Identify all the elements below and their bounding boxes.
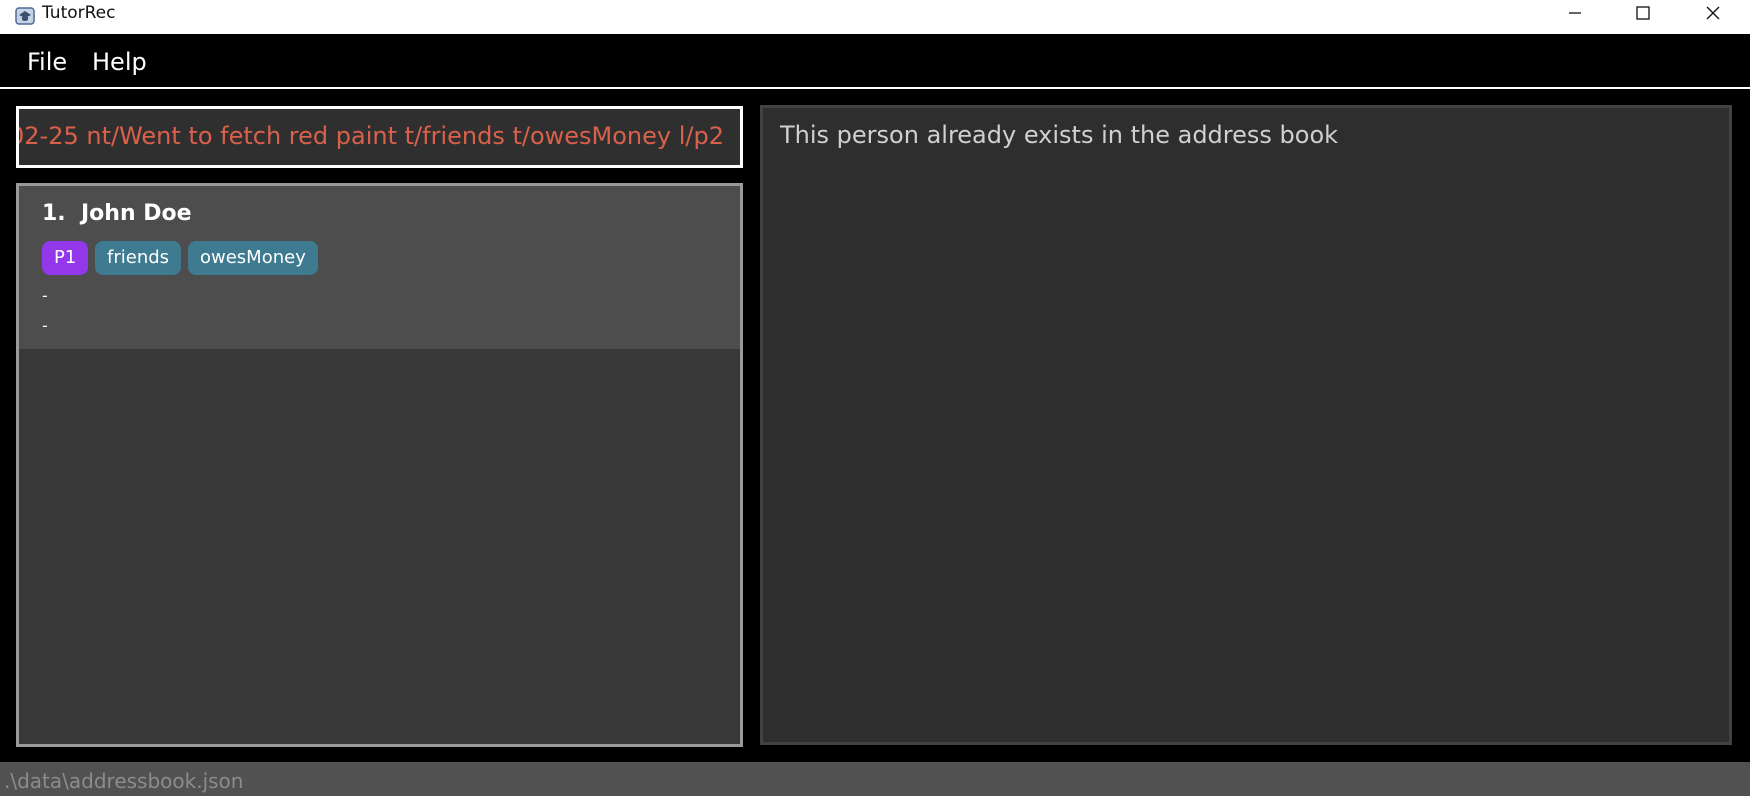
priority-tag: P1 [42, 241, 89, 275]
save-location: .\data\addressbook.json [4, 769, 244, 793]
command-input-text: , #02-25 nt/Went to fetch red paint t/fr… [16, 122, 724, 150]
person-list[interactable]: 1. John Doe P1 friends owesMoney - - [16, 183, 743, 747]
person-name-text: John Doe [81, 201, 192, 226]
title-bar: TutorRec [0, 0, 1750, 34]
person-index: 1. [42, 201, 66, 226]
person-detail: - [42, 286, 48, 305]
command-input[interactable]: , #02-25 nt/Went to fetch red paint t/fr… [16, 106, 743, 168]
result-message: This person already exists in the addres… [780, 121, 1339, 149]
menu-file[interactable]: File [27, 48, 67, 76]
window-title: TutorRec [42, 3, 116, 23]
result-display[interactable]: This person already exists in the addres… [760, 105, 1732, 745]
menu-help[interactable]: Help [92, 48, 147, 76]
maximize-button[interactable] [1608, 0, 1678, 26]
minimize-button[interactable] [1540, 0, 1610, 26]
person-detail: - [42, 316, 48, 335]
app-logo-icon [14, 5, 36, 27]
close-button[interactable] [1678, 0, 1748, 26]
tag-friends: friends [95, 241, 182, 275]
menu-bar: File Help [0, 34, 1750, 89]
person-name: 1. John Doe [42, 201, 192, 226]
status-bar: .\data\addressbook.json [0, 762, 1750, 796]
person-card[interactable]: 1. John Doe P1 friends owesMoney - - [19, 186, 740, 349]
tag-owes-money: owesMoney [188, 241, 318, 275]
